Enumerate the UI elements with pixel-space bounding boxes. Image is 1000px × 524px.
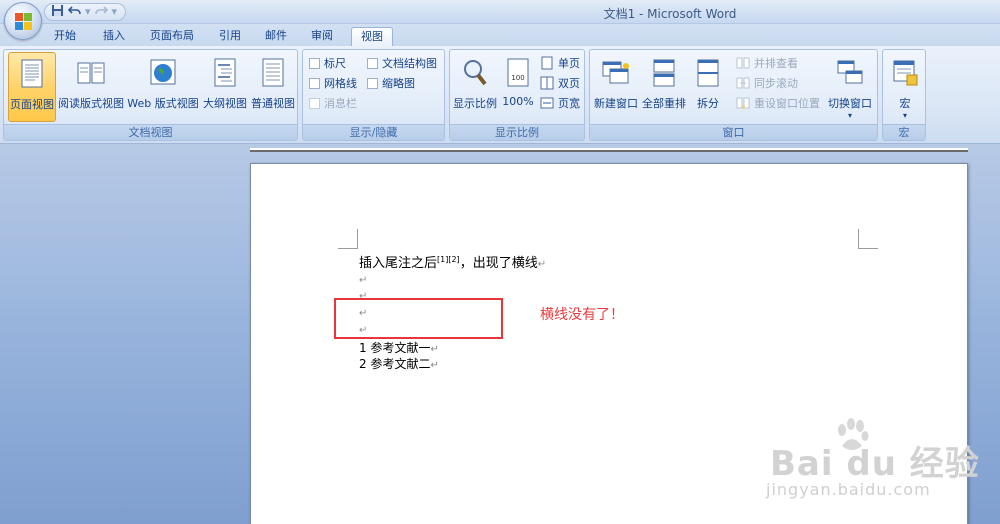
synchronous-scrolling-button[interactable]: 同步滚动 (736, 74, 798, 92)
group-window: 新建窗口 全部重排 拆分 并排查看 同步滚动 重设窗口位置 切换窗口 ▾ 窗口 (589, 49, 878, 141)
document-text-line[interactable]: 插入尾注之后[1][2]，出现了横线↵ (359, 252, 546, 271)
new-window-button[interactable]: 新建窗口 (592, 52, 640, 122)
reading-layout-view-button[interactable]: 阅读版式视图 (58, 52, 124, 122)
margin-corner-mark (338, 229, 358, 249)
message-bar-checkbox[interactable]: 消息栏 (309, 94, 357, 112)
gridlines-checkbox[interactable]: 网格线 (309, 74, 357, 92)
group-label-zoom: 显示比例 (450, 124, 584, 140)
checkbox-icon (309, 97, 320, 109)
chevron-down-icon: ▾ (902, 111, 907, 120)
tab-mailings[interactable]: 邮件 (259, 27, 293, 46)
tab-insert[interactable]: 插入 (97, 27, 131, 46)
draft-view-button[interactable]: 普通视图 (249, 52, 297, 122)
tab-references[interactable]: 引用 (213, 27, 247, 46)
magnifier-icon (458, 56, 492, 90)
switch-windows-icon (833, 56, 867, 90)
margin-corner-mark (858, 229, 878, 249)
page-width-button[interactable]: 页宽 (540, 94, 580, 112)
one-page-icon (540, 56, 554, 70)
switch-windows-button[interactable]: 切换窗口 ▾ (826, 52, 874, 122)
ribbon-tabs: 开始 插入 页面布局 引用 邮件 审阅 视图 (0, 24, 1000, 46)
paragraph-mark: ↵ (430, 360, 439, 371)
group-zoom: 显示比例 100 100% 单页 双页 页宽 显示比例 (449, 49, 585, 141)
checkbox-icon (309, 57, 320, 69)
group-label-window: 窗口 (590, 124, 877, 140)
highlight-box (334, 298, 503, 339)
paragraph-mark: ↵ (537, 259, 547, 270)
arrange-all-icon (647, 56, 681, 90)
draft-icon (256, 56, 290, 90)
page-100-icon: 100 (501, 56, 535, 90)
tab-view[interactable]: 视图 (351, 27, 393, 46)
group-label-show-hide: 显示/隐藏 (303, 124, 444, 140)
reset-window-icon (736, 96, 750, 110)
print-layout-icon (15, 57, 49, 91)
group-macros: 宏 ▾ 宏 (882, 49, 926, 141)
chevron-down-icon: ▾ (847, 111, 852, 120)
previous-page-edge (250, 148, 968, 152)
group-label-document-views: 文档视图 (4, 124, 297, 140)
office-logo-icon (15, 13, 32, 30)
baidu-jingyan-watermark: Bai du 经验 jingyan.baidu.com (766, 416, 996, 516)
group-label-macros: 宏 (883, 124, 925, 140)
thumbnails-checkbox[interactable]: 缩略图 (367, 74, 415, 92)
office-button[interactable] (4, 2, 42, 40)
paragraph-mark: ↵ (359, 275, 368, 286)
svg-text:100: 100 (511, 74, 524, 82)
tab-home[interactable]: 开始 (48, 27, 82, 46)
one-page-button[interactable]: 单页 (540, 54, 580, 72)
macros-button[interactable]: 宏 ▾ (887, 52, 923, 122)
macro-icon (888, 56, 922, 90)
globe-icon (146, 56, 180, 90)
reset-window-position-button[interactable]: 重设窗口位置 (736, 94, 820, 112)
split-button[interactable]: 拆分 (690, 52, 726, 122)
sync-scroll-icon (736, 76, 750, 90)
print-layout-view-button[interactable]: 页面视图 (8, 52, 56, 122)
arrange-all-button[interactable]: 全部重排 (640, 52, 688, 122)
outline-icon (208, 56, 242, 90)
window-title: 文档1 - Microsoft Word (603, 7, 737, 21)
paragraph-mark: ↵ (430, 344, 439, 355)
ribbon: 页面视图 阅读版式视图 Web 版式视图 大纲视图 普通视图 文档视图 标尺 文… (0, 46, 1000, 144)
tab-page-layout[interactable]: 页面布局 (144, 27, 200, 46)
two-pages-icon (540, 76, 554, 90)
document-map-checkbox[interactable]: 文档结构图 (367, 54, 437, 72)
web-layout-view-button[interactable]: Web 版式视图 (126, 52, 200, 122)
tab-review[interactable]: 审阅 (305, 27, 339, 46)
zoom-100-button[interactable]: 100 100% (500, 52, 536, 122)
new-window-icon (599, 56, 633, 90)
checkbox-icon (309, 77, 320, 89)
annotation-text: 横线没有了！ (540, 307, 624, 323)
endnote-line[interactable]: 2 参考文献二↵ (359, 355, 439, 372)
group-show-hide: 标尺 文档结构图 网格线 缩略图 消息栏 显示/隐藏 (302, 49, 445, 141)
ruler-checkbox[interactable]: 标尺 (309, 54, 346, 72)
two-pages-button[interactable]: 双页 (540, 74, 580, 92)
view-side-by-side-button[interactable]: 并排查看 (736, 54, 798, 72)
title-bar: ▾ ▾ 文档1 - Microsoft Word (0, 0, 1000, 24)
split-icon (691, 56, 725, 90)
zoom-button[interactable]: 显示比例 (452, 52, 498, 122)
checkbox-icon (367, 57, 378, 69)
endnote-line[interactable]: 1 参考文献一↵ (359, 339, 439, 356)
reading-layout-icon (74, 56, 108, 90)
endnote-reference: [1][2] (437, 255, 460, 264)
outline-view-button[interactable]: 大纲视图 (200, 52, 250, 122)
group-document-views: 页面视图 阅读版式视图 Web 版式视图 大纲视图 普通视图 文档视图 (3, 49, 298, 141)
page-width-icon (540, 96, 554, 110)
checkbox-icon (367, 77, 378, 89)
side-by-side-icon (736, 56, 750, 70)
